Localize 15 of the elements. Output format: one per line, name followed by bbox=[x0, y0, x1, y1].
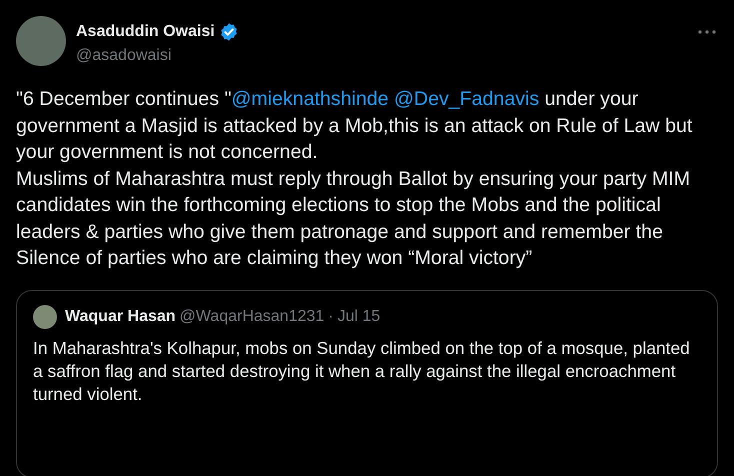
avatar bbox=[33, 304, 57, 328]
quoted-author-name: Waquar Hasan bbox=[65, 308, 176, 326]
quoted-tweet-card[interactable] bbox=[16, 290, 718, 476]
tweet-text: Muslims of Maharashtra must reply through Ballot by ensuring your party MIM candidates win the forthcoming elections to stop the Mobs and the political leaders & parties who give them patronage and support and remember the Silence of parties who are claiming they won “Moral victory” bbox=[16, 166, 692, 271]
mention-link[interactable]: @mieknathshinde bbox=[231, 88, 389, 110]
quoted-author-handle: @WaqarHasan1231 bbox=[180, 308, 324, 326]
author-handle[interactable]: @asadowaisi bbox=[76, 47, 239, 65]
separator: · bbox=[328, 308, 334, 326]
more-options-icon[interactable] bbox=[698, 30, 716, 34]
mention-link[interactable]: @Dev_Fadnavis bbox=[394, 88, 540, 110]
tweet-date: Jul 15 bbox=[338, 308, 380, 326]
quoted-tweet-text: In Maharashtra's Kolhapur, mobs on Sunday climbed on the top of a mosque, planted a saffron flag and started destroying it when a rally against the illegal encroachment turned violent. bbox=[33, 336, 691, 406]
avatar[interactable] bbox=[16, 16, 66, 66]
author-name[interactable]: Asaduddin Owaisi bbox=[76, 23, 215, 41]
tweet-text: "6 December continues "@mieknathshinde @Dev_Fadnavis under your government a Masjid is attacked by a Mob,this is an attack on Rule of Law but your government is not concerned. bbox=[16, 87, 694, 165]
